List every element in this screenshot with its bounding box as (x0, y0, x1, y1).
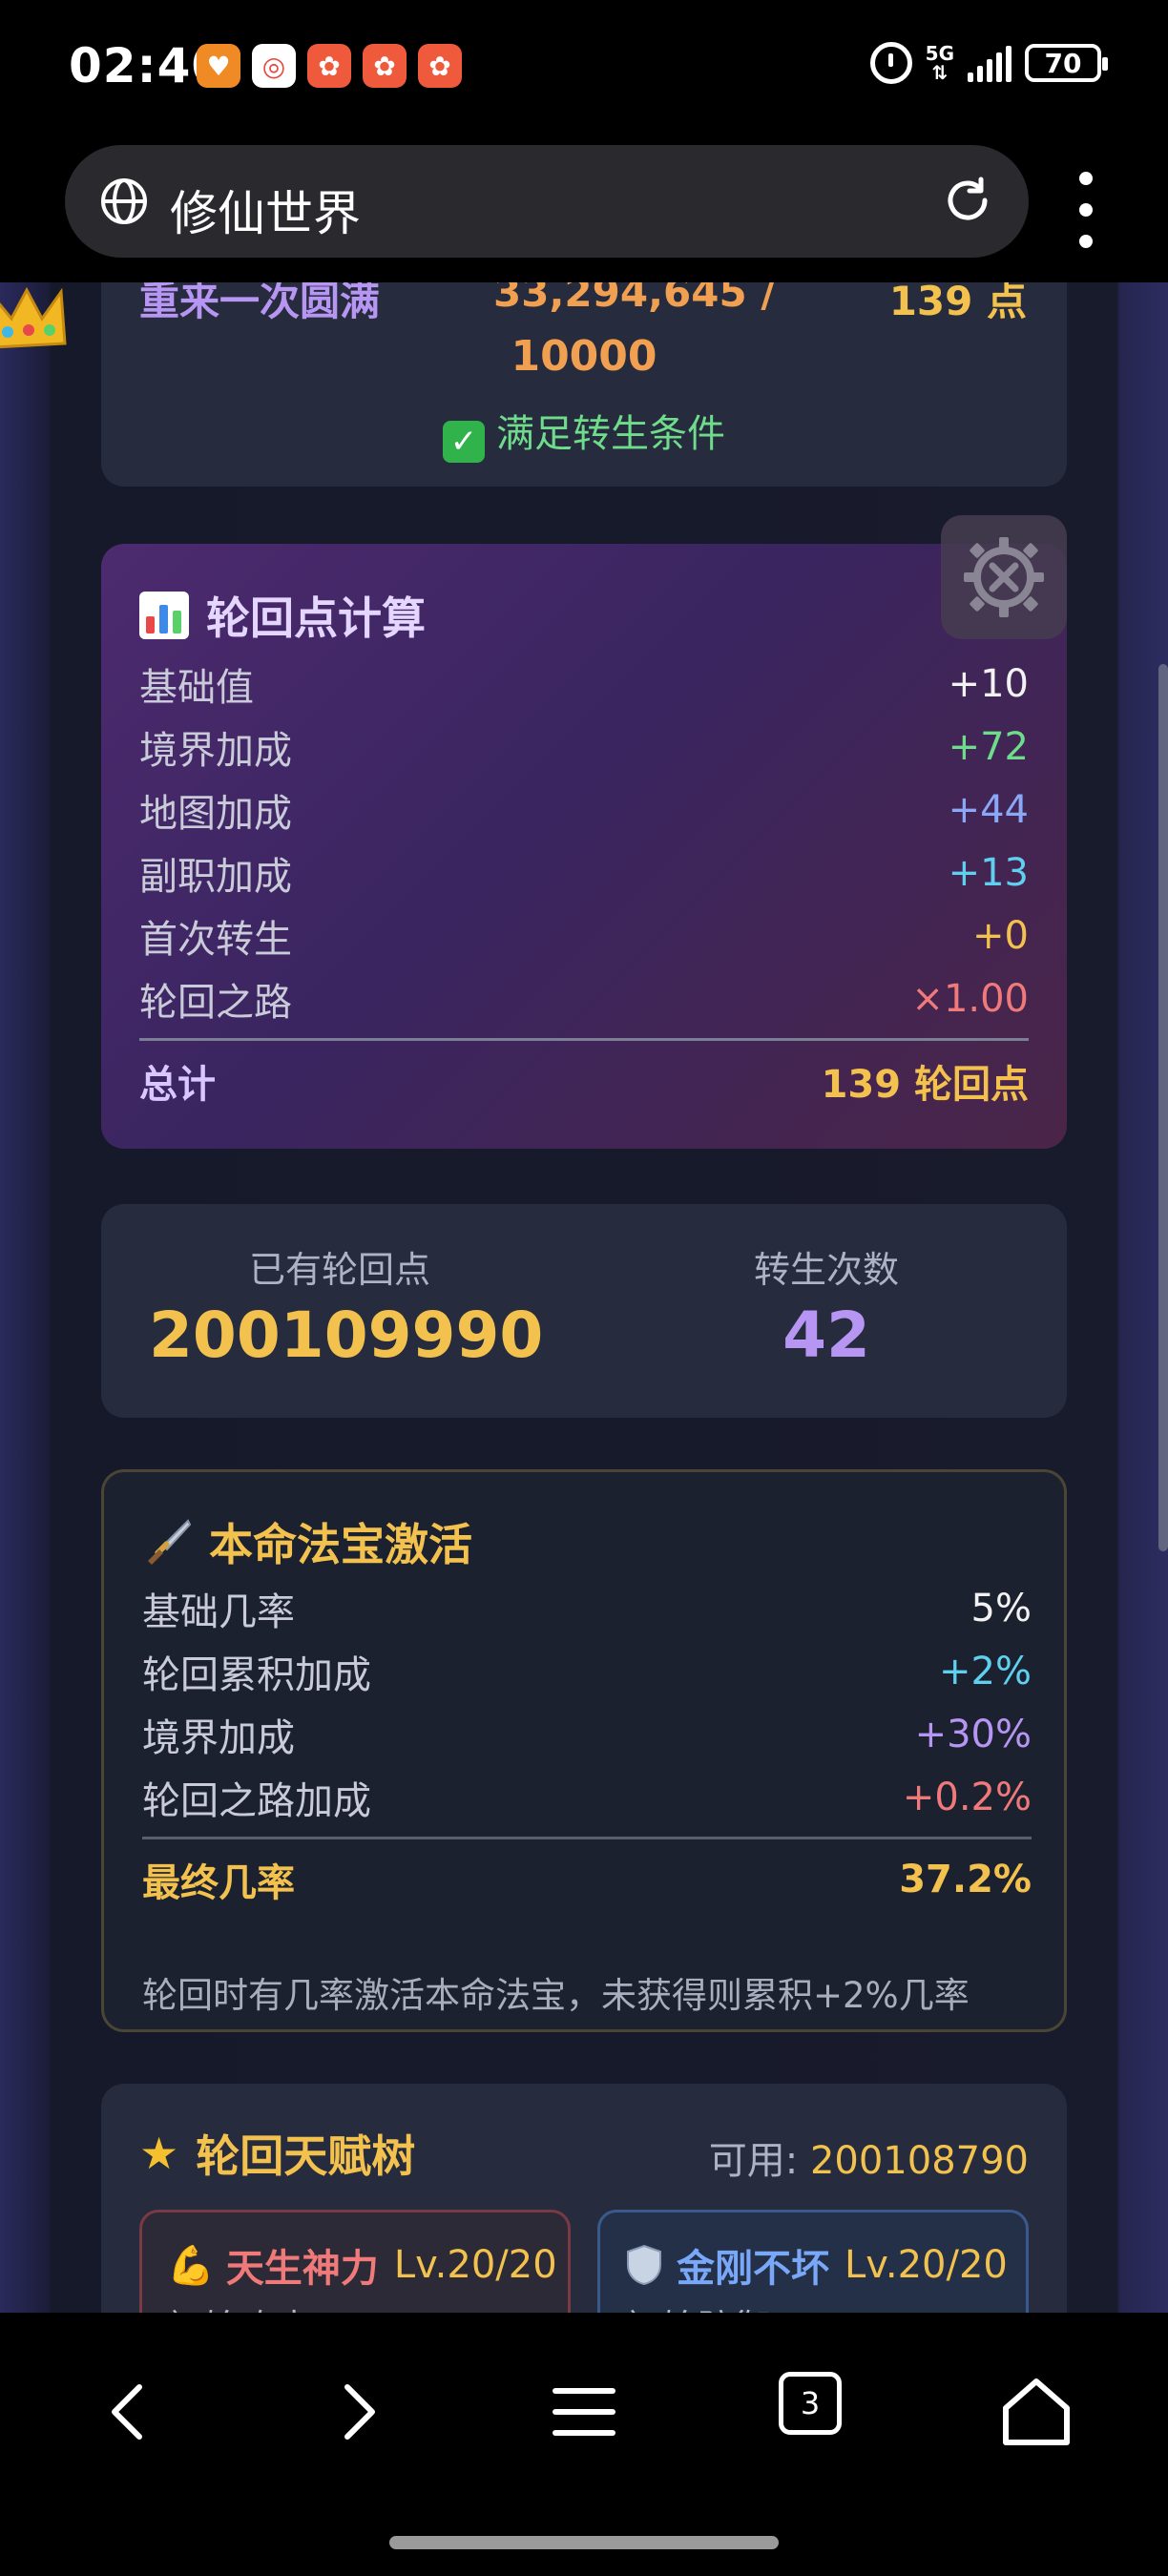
requirement-value: 10000 (511, 332, 657, 381)
treasure-row: 轮回累积加成 +2% (142, 1650, 1032, 1697)
calc-title: 轮回点计算 (139, 584, 426, 647)
heart-app-icon: ♥ (197, 44, 240, 88)
owned-points: 已有轮回点 200109990 (149, 1249, 544, 1372)
app-notification-icon: ✿ (363, 44, 407, 88)
condition-status: ✓ 满足转生条件 (101, 403, 1067, 463)
scrollbar[interactable] (1158, 664, 1168, 1551)
reload-icon[interactable] (941, 174, 994, 227)
gear-tools-icon (964, 537, 1044, 617)
browser-bottom-nav: 3 (0, 2313, 1168, 2576)
status-bar: 02:40 ♥ ◎ ✿ ✿ ✿ 5G ⇅ 70 (0, 0, 1168, 134)
calc-total-row: 总计 139 轮回点 (139, 1063, 1029, 1107)
rebirth-condition-card: 重来一次圆满 33,294,645 / 139 点 10000 ✓ 满足转生条件 (101, 282, 1067, 487)
talent-item-defense[interactable]: 金刚不坏 Lv.20/20 初始防御 +20% (597, 2210, 1029, 2313)
available-points: 可用: 200108790 (708, 2139, 1029, 2183)
star-icon: ★ (139, 2128, 179, 2179)
checkmark-icon: ✓ (443, 421, 485, 463)
home-icon[interactable] (998, 2374, 1074, 2450)
treasure-row: 境界加成 +30% (142, 1713, 1032, 1760)
battery-icon: 70 (1025, 44, 1108, 82)
rebirth-count: 转生次数 42 (753, 1249, 899, 1372)
signal-icon (968, 44, 1012, 82)
bar-chart-icon (139, 592, 189, 639)
address-bar[interactable]: 修仙世界 (65, 145, 1029, 258)
treasure-note: 轮回时有几率激活本命法宝，未获得则累积+2%几率 (142, 1975, 970, 2016)
talent-item-strength[interactable]: 💪 天生神力 Lv.20/20 初始攻击 +20% (139, 2210, 571, 2313)
network-type: 5G ⇅ (925, 42, 954, 84)
crown-icon (0, 286, 67, 349)
browser-toolbar: 修仙世界 (0, 134, 1168, 282)
points-calculation-card: 轮回点计算 基础值 +10 境界加成 +72 地图加成 +44 副职加成 +13 首次转… (101, 544, 1067, 1149)
page-title: 修仙世界 (170, 186, 361, 241)
condition-row: 重来一次圆满 33,294,645 / 139 点 (139, 282, 1027, 324)
gesture-bar[interactable] (389, 2536, 779, 2549)
calc-row: 副职加成 +13 (139, 851, 1029, 899)
notification-icons: ♥ ◎ ✿ ✿ ✿ (197, 44, 462, 88)
tabs-button[interactable]: 3 (779, 2372, 842, 2435)
divider (139, 1038, 1029, 1041)
treasure-rows: 基础几率 5% 轮回累积加成 +2% 境界加成 +30% 轮回之路加成 +0.2% 最终… (142, 1577, 1032, 1906)
treasure-row: 基础几率 5% (142, 1587, 1032, 1634)
treasure-row: 轮回之路加成 +0.2% (142, 1776, 1032, 1823)
app-notification-icon: ✿ (418, 44, 462, 88)
calc-row: 境界加成 +72 (139, 725, 1029, 773)
talent-tree-card: ★ 轮回天赋树 可用: 200108790 💪 天生神力 Lv.20/20 初始… (101, 2084, 1067, 2313)
calc-row: 地图加成 +44 (139, 788, 1029, 836)
shield-icon (627, 2244, 661, 2286)
treasure-title: 本命法宝激活 (142, 1510, 472, 1573)
back-icon[interactable] (92, 2374, 168, 2450)
calc-rows: 基础值 +10 境界加成 +72 地图加成 +44 副职加成 +13 首次转生 +0 轮回… (139, 653, 1029, 1108)
divider (142, 1837, 1032, 1839)
flexed-arm-icon: 💪 (167, 2243, 215, 2288)
system-status: 5G ⇅ 70 (869, 42, 1108, 84)
menu-icon[interactable] (546, 2374, 622, 2450)
web-content[interactable]: 重来一次圆满 33,294,645 / 139 点 10000 ✓ 满足转生条件 … (0, 282, 1168, 2313)
forward-icon[interactable] (319, 2374, 395, 2450)
calc-row: 首次转生 +0 (139, 914, 1029, 962)
browser-app-icon: ◎ (252, 44, 296, 88)
globe-icon (101, 178, 147, 224)
calc-row: 轮回之路 ×1.00 (139, 977, 1029, 1025)
dagger-icon (148, 1519, 192, 1565)
settings-button[interactable] (941, 515, 1067, 639)
talent-title: ★ 轮回天赋树 (139, 2128, 416, 2182)
points-summary-card: 已有轮回点 200109990 转生次数 42 (101, 1204, 1067, 1418)
treasure-final-row: 最终几率 37.2% (142, 1858, 1032, 1905)
alarm-icon (869, 42, 912, 84)
more-menu-icon[interactable] (1074, 172, 1097, 248)
treasure-activation-card: 本命法宝激活 基础几率 5% 轮回累积加成 +2% 境界加成 +30% 轮回之路加成 +… (101, 1469, 1067, 2032)
app-notification-icon: ✿ (307, 44, 351, 88)
calc-row: 基础值 +10 (139, 662, 1029, 710)
